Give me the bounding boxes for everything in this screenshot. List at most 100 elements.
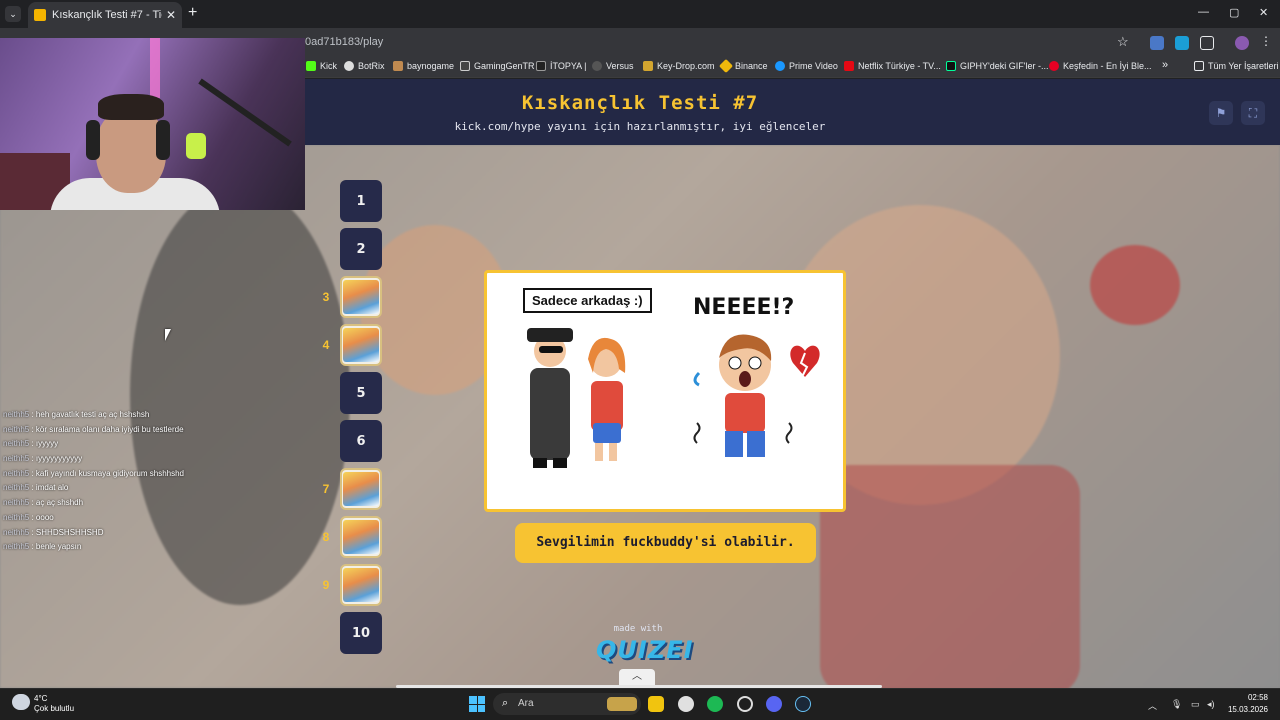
bookmark-label: Kick <box>320 61 338 71</box>
weather-temperature[interactable]: 4°C <box>34 694 47 703</box>
taskbar-search-placeholder[interactable]: Ara <box>518 698 534 709</box>
netflix-icon <box>844 61 854 71</box>
made-with-label: made with <box>613 624 663 634</box>
chat-username: neithh5 <box>3 512 30 522</box>
window-close-icon[interactable]: ✕ <box>1259 6 1268 19</box>
chat-message: neithh5 : aç aç shshdh <box>3 498 84 508</box>
browser-menu-icon[interactable]: ⋮ <box>1260 34 1274 48</box>
chat-username: neithh5 <box>3 468 30 478</box>
chat-username: neithh5 <box>3 498 30 508</box>
pinterest-icon <box>1049 61 1059 71</box>
all-bookmarks[interactable]: Tüm Yer İşaretleri <box>1194 61 1279 71</box>
address-bar[interactable]: 0ad71b183/play <box>305 36 383 48</box>
bookmark-itopya[interactable]: İTOPYA | <box>536 61 587 71</box>
microphone-icon <box>186 133 206 159</box>
chat-username: neithh5 <box>3 527 30 537</box>
bookmark-label: Keşfedin - En İyi Ble... <box>1063 61 1152 71</box>
rank-slot-9-filled[interactable] <box>340 564 382 606</box>
search-highlight-image[interactable] <box>607 697 637 711</box>
prime-video-icon <box>775 61 785 71</box>
spotify-icon[interactable] <box>707 696 723 712</box>
rank-slot-10[interactable]: 10 <box>340 612 382 654</box>
chat-message: neithh5 : oooo <box>3 512 54 522</box>
mouse-cursor-icon <box>165 329 171 341</box>
bookmark-keydrop[interactable]: Key-Drop.com <box>643 61 715 71</box>
bookmark-kick[interactable]: Kick <box>306 61 337 71</box>
bg-broken-heart-icon <box>1090 245 1180 325</box>
tab-search-menu-icon[interactable]: ⌄ <box>5 6 21 22</box>
bookmark-giphy[interactable]: GIPHY'deki GIF'ler -... <box>946 61 1048 71</box>
chat-username: neithh5 <box>3 410 30 419</box>
mic-arm <box>198 78 292 147</box>
app-icon[interactable] <box>737 696 753 712</box>
bookmark-prime-video[interactable]: Prime Video <box>775 61 838 71</box>
chat-text: ıyyyyyyyyyyy <box>35 454 83 464</box>
chat-username: neithh5 <box>3 483 30 493</box>
extensions-puzzle-icon[interactable] <box>1200 36 1214 50</box>
network-icon[interactable]: ▭ <box>1191 699 1200 710</box>
rank-slot-4-filled[interactable] <box>340 324 382 366</box>
current-quiz-card[interactable]: Sadece arkadaş :) NEEEE!? <box>484 270 846 512</box>
binance-icon <box>718 58 734 74</box>
file-explorer-icon[interactable] <box>648 696 664 712</box>
discord-icon[interactable] <box>766 696 782 712</box>
extension-icon[interactable] <box>1175 36 1189 50</box>
windows-start-icon[interactable] <box>469 696 485 712</box>
weather-description[interactable]: Çok bulutlu <box>34 704 74 713</box>
bookmarks-overflow-icon[interactable]: » <box>1162 59 1168 71</box>
chrome-icon[interactable] <box>678 696 694 712</box>
card-caption: Sevgilimin fuckbuddy'si olabilir. <box>515 523 816 563</box>
bookmark-netflix[interactable]: Netflix Türkiye - TV... <box>844 61 941 71</box>
botrix-icon <box>344 61 354 71</box>
rank-slot-2[interactable]: 2 <box>340 228 382 270</box>
browser-tab-active[interactable]: Kıskançlık Testi #7 - Tier List, Kı ✕ <box>28 2 182 28</box>
chat-username: neithh5 <box>3 454 30 464</box>
slot-rank-3: 3 <box>322 290 330 304</box>
search-icon: ⌕ <box>502 697 509 709</box>
slot-thumbnail <box>343 472 379 506</box>
rank-slot-5[interactable]: 5 <box>340 372 382 414</box>
tab-favicon-icon <box>34 9 46 21</box>
quizei-logo[interactable]: QUIZEI <box>596 636 693 664</box>
bookmark-star-icon[interactable]: ☆ <box>1117 34 1131 49</box>
bookmark-gaminggentr[interactable]: GamingGenTR <box>460 61 535 71</box>
bg-figure-boy-shirt <box>820 465 1080 688</box>
slot-thumbnail <box>343 328 379 362</box>
fullscreen-icon[interactable]: ⛶ <box>1241 101 1265 125</box>
flag-icon[interactable]: ⚑ <box>1209 101 1233 125</box>
slot-rank-9: 9 <box>322 578 330 592</box>
rank-slot-1[interactable]: 1 <box>340 180 382 222</box>
bookmark-binance[interactable]: Binance <box>718 58 768 74</box>
hair <box>98 94 164 120</box>
chat-text: benle yapsın <box>35 542 82 552</box>
chat-text: heh gavatlık testi aç aç hshshsh <box>35 410 150 419</box>
translate-icon[interactable] <box>1150 36 1164 50</box>
weather-cloud-icon[interactable] <box>12 694 30 710</box>
rank-slot-3-filled[interactable] <box>340 276 382 318</box>
bookmark-botrix[interactable]: BotRix <box>344 61 385 71</box>
tab-title: Kıskançlık Testi #7 - Tier List, Kı <box>52 9 162 21</box>
bookmark-versus[interactable]: Versus <box>592 61 634 71</box>
tray-overflow-icon[interactable]: ︿ <box>1148 699 1157 712</box>
stream-chat-overlay: neithh5 : heh gavatlık testi aç aç hshsh… <box>3 410 303 557</box>
volume-icon[interactable]: ◂) <box>1207 699 1215 710</box>
rank-slot-8-filled[interactable] <box>340 516 382 558</box>
minimize-icon[interactable]: — <box>1198 6 1209 18</box>
microphone-tray-icon[interactable]: 🎙 <box>1171 699 1182 710</box>
new-tab-button[interactable]: + <box>188 4 197 22</box>
steam-icon[interactable] <box>795 696 811 712</box>
slot-rank-7: 7 <box>322 482 330 496</box>
rank-slot-6[interactable]: 6 <box>340 420 382 462</box>
profile-avatar[interactable] <box>1235 36 1249 50</box>
clock-time[interactable]: 02:58 <box>1240 693 1268 702</box>
clock-date[interactable]: 15.03.2026 <box>1222 705 1268 714</box>
chevron-up-icon[interactable]: ︿ <box>619 669 655 685</box>
tab-close-icon[interactable]: ✕ <box>166 8 176 22</box>
kick-icon <box>306 61 316 71</box>
chat-text: kafi yayındı kusmaya gidiyorum shshhshd <box>35 468 184 478</box>
bookmark-kesfedin[interactable]: Keşfedin - En İyi Ble... <box>1049 61 1152 71</box>
rank-slot-7-filled[interactable] <box>340 468 382 510</box>
bookmark-baynogame[interactable]: baynogame <box>393 61 454 71</box>
maximize-icon[interactable]: ▢ <box>1229 6 1239 19</box>
gaminggen-icon <box>460 61 470 71</box>
